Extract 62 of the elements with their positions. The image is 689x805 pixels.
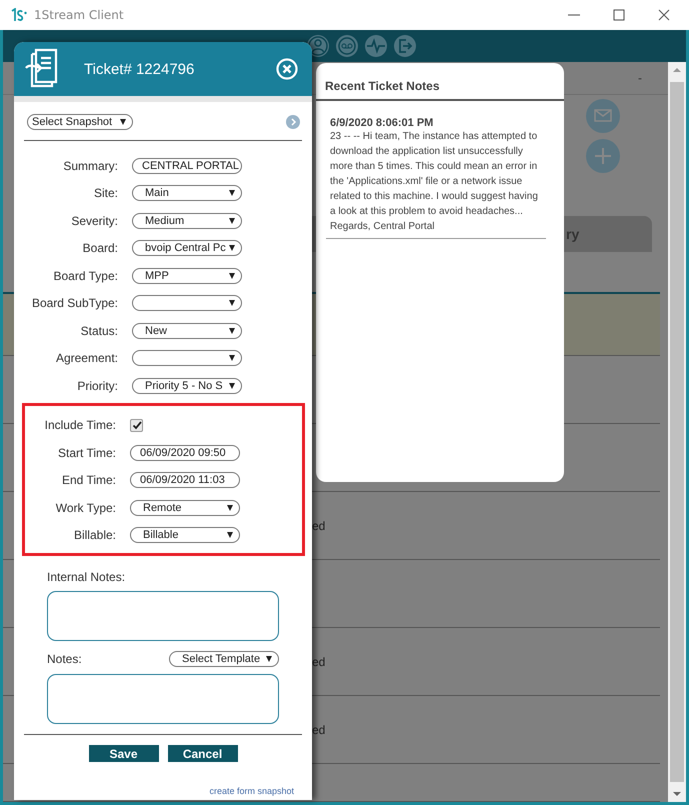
caret-icon <box>229 218 235 224</box>
checkbox[interactable] <box>130 418 143 432</box>
caret-icon <box>229 355 235 362</box>
template-dropdown[interactable]: Select Template <box>169 651 279 667</box>
header-text: - <box>638 71 642 85</box>
dropdown[interactable]: Remote <box>130 500 240 516</box>
text-field[interactable]: 06/09/2020 09:50 <box>130 444 240 461</box>
dropdown[interactable]: Medium <box>132 212 242 229</box>
dropdown[interactable]: Main <box>132 185 242 202</box>
caret-icon <box>229 272 235 279</box>
field-label: Board SubType: <box>30 296 118 310</box>
scrollbar[interactable] <box>668 62 686 802</box>
caret-icon <box>229 300 235 306</box>
caret-icon <box>229 328 235 334</box>
dropdown[interactable] <box>132 295 242 312</box>
caret-icon <box>227 532 233 538</box>
row-text: ed <box>312 518 326 532</box>
row-text: ed <box>312 654 326 668</box>
text-field[interactable]: CENTRAL PORTAL <box>132 158 242 174</box>
caret-icon <box>229 190 235 196</box>
field-label: Internal Notes: <box>47 570 126 584</box>
field-label: Billable: <box>72 528 116 542</box>
dropdown[interactable]: Billable <box>130 527 240 544</box>
field-label: Include Time: <box>44 418 116 432</box>
dialog-title: Ticket# 1224796 <box>84 60 196 78</box>
snapshot-dropdown[interactable]: Select Snapshot <box>27 114 133 130</box>
save-button[interactable]: Save <box>88 745 158 762</box>
field-label: Status: <box>80 324 118 338</box>
field-label: End Time: <box>60 473 116 488</box>
dropdown[interactable] <box>132 350 242 366</box>
caret-icon <box>120 119 126 125</box>
row-text: ed <box>312 722 326 736</box>
field-label: Board Type: <box>52 268 118 283</box>
close-icon[interactable] <box>658 9 670 21</box>
field-label: Site: <box>92 186 118 200</box>
field-label: Work Type: <box>54 500 116 515</box>
note-date: 6/9/2020 8:06:01 PM <box>330 117 434 129</box>
field-label: Summary: <box>62 158 118 173</box>
field-label: Board: <box>82 241 118 256</box>
snapshot-link[interactable]: create form snapshot <box>209 786 294 796</box>
dropdown[interactable]: bvoip Central Pc <box>132 240 242 256</box>
field-label: Start Time: <box>56 446 116 460</box>
window-title: 1Stream Client <box>34 8 124 22</box>
field-label: Notes: <box>47 652 82 666</box>
notes-field[interactable] <box>47 674 279 724</box>
caret-icon <box>229 382 235 389</box>
caret-icon <box>229 245 235 252</box>
field-label: Priority: <box>76 378 118 393</box>
maximize-icon[interactable] <box>613 9 625 21</box>
dropdown[interactable]: Priority 5 - No S <box>132 378 242 394</box>
field-label: Agreement: <box>54 351 118 366</box>
caret-icon <box>227 504 233 511</box>
field-label: Severity: <box>70 214 118 228</box>
internal-notes-field[interactable] <box>47 591 279 641</box>
note-text: 23 -- -- Hi team, The instance has attempted to download the application list unsuccessfully more than 5 times. This could mean an error in the 'Applications.xml' file or a network issue related to this machine. I would suggest having a look at this problem to avoid headaches... Regards, Central Portal <box>330 130 539 234</box>
logo-icon <box>10 8 28 22</box>
dropdown[interactable]: MPP <box>132 268 242 284</box>
panel-title: Recent Ticket Notes <box>316 63 564 101</box>
caret-icon <box>266 656 272 662</box>
dropdown[interactable]: New <box>132 322 242 339</box>
cancel-button[interactable]: Cancel <box>168 745 238 762</box>
text-field[interactable]: 06/09/2020 11:03 <box>130 472 240 488</box>
